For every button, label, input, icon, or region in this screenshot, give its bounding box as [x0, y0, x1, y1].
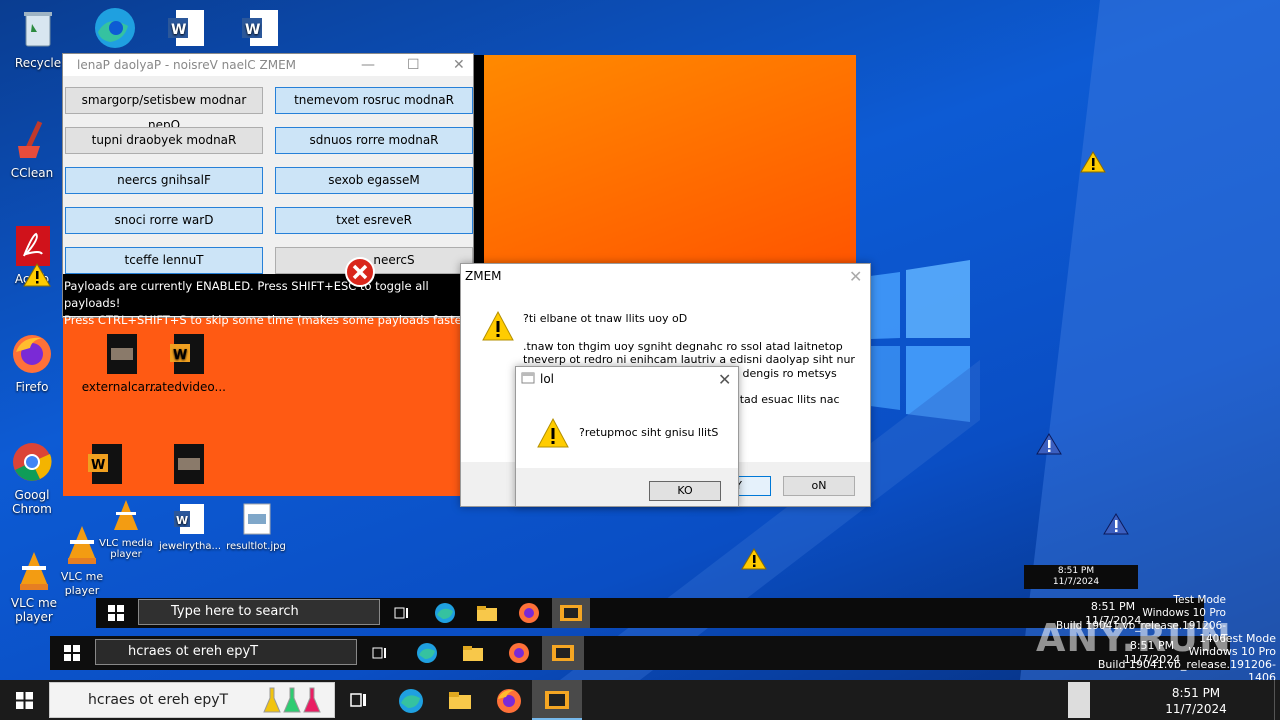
dialog-title: ZMEM: [465, 269, 502, 283]
app-icon: [521, 372, 535, 384]
app-icon: [560, 605, 582, 621]
icon-label: Firefo: [15, 380, 49, 394]
taskbar-ghost-1: Type here to search: [96, 598, 1026, 628]
edge-icon[interactable]: [398, 688, 424, 714]
warning-icon: [1103, 513, 1129, 535]
search-box[interactable]: Type here to search: [138, 599, 380, 625]
close-icon[interactable]: ✕: [453, 54, 465, 76]
firefox-icon[interactable]: [518, 602, 540, 624]
edge-icon[interactable]: [74, 6, 150, 54]
status-line-1: Payloads are currently ENABLED. Press SH…: [64, 279, 429, 310]
desktop: Recycle W W CClean Acrob Firefo Googl Ch…: [0, 0, 1280, 680]
ccleaner-icon[interactable]: CClean: [0, 118, 70, 180]
lol-dialog: lol ✕ ?retupmoc siht gnisu llitS KO: [515, 366, 739, 507]
warning-icon: [1036, 433, 1062, 455]
payload-button-message-boxes[interactable]: sexob egasseM: [275, 167, 473, 194]
word-doc-icon[interactable]: W: [148, 6, 224, 54]
edge-icon[interactable]: [416, 642, 438, 664]
start-icon[interactable]: [108, 605, 124, 621]
payload-status-bar: Payloads are currently ENABLED. Press SH…: [63, 274, 473, 327]
ok-button[interactable]: KO: [649, 481, 721, 501]
payload-button-reverse-text[interactable]: txet esreveR: [275, 207, 473, 234]
window-title: lenaP daolyaP - noisreV naelC ZMEM: [77, 58, 297, 72]
word-file-icon[interactable]: W ratedvideo...: [148, 332, 228, 394]
task-view-icon[interactable]: [394, 605, 410, 621]
search-box[interactable]: hcraes ot ereh epyT: [95, 639, 357, 665]
word-doc-icon[interactable]: W jewelrytha...: [152, 502, 228, 554]
icon-label: resultlot.jpg: [226, 541, 286, 552]
close-icon[interactable]: ✕: [718, 370, 731, 389]
start-icon[interactable]: [16, 692, 33, 709]
svg-text:W: W: [173, 348, 187, 363]
svg-text:W: W: [91, 458, 105, 473]
task-view-icon[interactable]: [372, 645, 388, 661]
folder-icon[interactable]: [462, 644, 484, 662]
warning-icon: [537, 417, 569, 448]
black-strip: [474, 55, 484, 267]
status-line-2: Press CTRL+SHIFT+S to skip some time (ma…: [64, 313, 471, 327]
icon-label: VLC me player: [60, 570, 104, 597]
payload-button-flashing[interactable]: neercs gnihsalF: [65, 167, 263, 194]
edge-icon[interactable]: [434, 602, 456, 624]
warning-icon: [1080, 151, 1106, 173]
tray-ghost-block: [1068, 682, 1090, 718]
app-icon: [545, 691, 569, 709]
payload-button-cursor[interactable]: tnemevom rosruc modnaR: [275, 87, 473, 114]
icon-label: CClean: [10, 166, 54, 180]
icon-label: jewelrytha...: [159, 541, 221, 552]
image-file-icon[interactable]: resultlot.jpg: [218, 502, 294, 554]
firefox-icon[interactable]: [508, 642, 530, 664]
folder-icon[interactable]: [476, 604, 498, 622]
tunnel-effect-orange: [476, 55, 856, 267]
word-doc-icon[interactable]: W: [222, 6, 298, 54]
minimize-icon[interactable]: —: [361, 54, 375, 76]
svg-text:W: W: [176, 514, 188, 527]
dialog-message: ?retupmoc siht gnisu llitS: [579, 426, 719, 439]
icon-label: VLC me player: [10, 596, 58, 624]
taskbar: hcraes ot ereh epyT 8:51 PM 11/7/2024: [0, 680, 1280, 720]
svg-text:W: W: [245, 22, 260, 38]
payload-button-tunnel[interactable]: tceffe lennuT: [65, 247, 263, 274]
warning-icon: [482, 310, 514, 341]
titlebar[interactable]: lenaP daolyaP - noisreV naelC ZMEM — ☐ ✕: [63, 54, 473, 76]
word-file-icon[interactable]: W: [84, 442, 128, 486]
svg-text:W: W: [171, 22, 186, 38]
maximize-icon[interactable]: ☐: [407, 54, 420, 76]
icon-label: Googl Chrom: [12, 488, 52, 516]
warning-icon: [741, 548, 767, 570]
warning-icon: [23, 263, 51, 287]
error-icon: [345, 257, 375, 287]
icon-label: ratedvideo...: [149, 380, 226, 394]
folder-icon[interactable]: [448, 690, 472, 710]
video-file-icon[interactable]: [166, 442, 210, 486]
clock: 8:51 PM 11/7/2024: [1052, 566, 1100, 587]
close-icon[interactable]: ✕: [849, 267, 862, 286]
app-icon: [552, 645, 574, 661]
payload-button-open-websites[interactable]: smargorp/setisbew modnar nepO: [65, 87, 263, 132]
firefox-icon[interactable]: [496, 688, 522, 714]
start-icon[interactable]: [64, 645, 80, 661]
show-desktop-button[interactable]: [1274, 680, 1280, 720]
dialog-title: lol: [540, 372, 555, 386]
payload-button-keyboard[interactable]: tupni draobyek modnaR: [65, 127, 263, 154]
chrome-icon[interactable]: Googl Chrom: [0, 440, 70, 516]
no-button[interactable]: oN: [783, 476, 855, 496]
task-view-icon[interactable]: [350, 691, 368, 709]
lab-flasks-icon: [263, 687, 321, 713]
payload-button-error-icons[interactable]: snoci rorre warD: [65, 207, 263, 234]
payload-button-error-sounds[interactable]: sdnuos rorre modnaR: [275, 127, 473, 154]
firefox-icon[interactable]: Firefo: [0, 332, 70, 394]
payload-panel-window: lenaP daolyaP - noisreV naelC ZMEM — ☐ ✕…: [62, 53, 474, 327]
clock[interactable]: 8:51 PM 11/7/2024: [1164, 685, 1228, 717]
anyrun-logo: ANY.RUN: [1036, 616, 1232, 660]
